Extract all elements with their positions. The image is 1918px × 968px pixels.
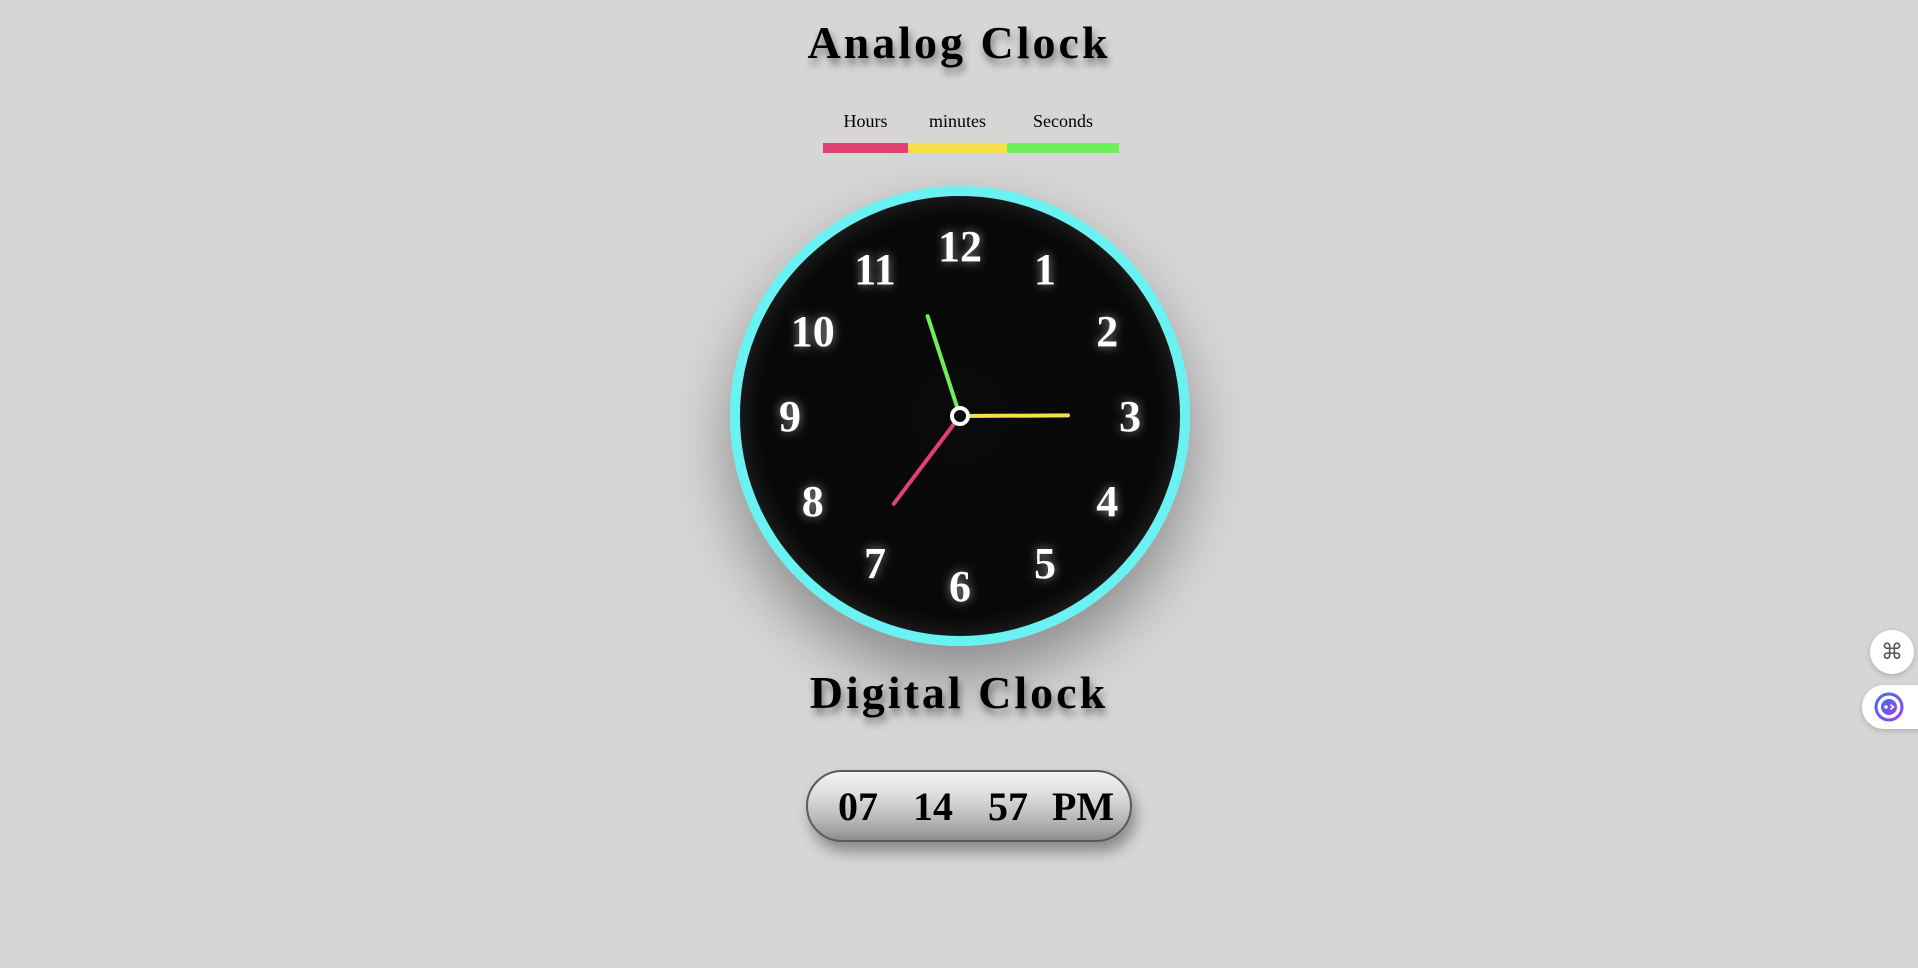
legend-item-minutes: minutes — [908, 108, 1007, 154]
numeral-12: 12 — [938, 222, 982, 271]
digital-minutes: 14 — [913, 784, 953, 829]
second-hand — [925, 314, 962, 418]
numeral-6: 6 — [949, 562, 971, 611]
numeral-3: 3 — [1119, 392, 1141, 441]
numeral-10: 10 — [791, 307, 835, 356]
numeral-11: 11 — [854, 245, 896, 294]
digital-ampm: PM — [1052, 784, 1115, 829]
digital-clock-title: Digital Clock — [809, 667, 1109, 718]
assistant-button[interactable] — [1862, 685, 1918, 729]
legend-bar-seconds — [1007, 143, 1119, 153]
legend-item-hours: Hours — [823, 108, 908, 154]
clock-dial: 12 1234567891011 — [779, 222, 1141, 611]
hand-color-legend: Hours minutes Seconds — [823, 108, 1119, 154]
numeral-4: 4 — [1096, 477, 1118, 526]
numeral-9: 9 — [779, 392, 801, 441]
digital-clock-display: 07 14 57 PM — [806, 770, 1132, 842]
center-pin — [950, 406, 970, 426]
legend-label-seconds: Seconds — [1033, 111, 1093, 131]
legend-bar-minutes — [908, 143, 1007, 153]
digital-hours: 07 — [838, 784, 878, 829]
legend-label-hours: Hours — [843, 111, 888, 131]
command-icon: ⌘ — [1881, 639, 1903, 665]
analog-clock-face: 12 1 2 3 4 5 6 7 8 9 10 11 — [730, 186, 1190, 646]
numeral-2: 2 — [1096, 307, 1118, 356]
legend-bar-hours — [823, 143, 908, 153]
command-menu-button[interactable]: ⌘ — [1870, 630, 1914, 674]
analog-clock-title: Analog Clock — [807, 17, 1111, 68]
numeral-8: 8 — [802, 477, 824, 526]
legend-label-minutes: minutes — [929, 111, 986, 131]
minute-hand — [958, 413, 1070, 418]
hour-hand — [891, 414, 962, 506]
page: Analog Clock Hours minutes Seconds 12 1 … — [0, 0, 1918, 968]
numeral-7: 7 — [864, 539, 886, 588]
numeral-5: 5 — [1034, 539, 1056, 588]
numeral-1: 1 — [1034, 245, 1056, 294]
digital-seconds: 57 — [988, 784, 1028, 829]
legend-item-seconds: Seconds — [1007, 108, 1119, 154]
assistant-bot-icon — [1874, 692, 1904, 722]
